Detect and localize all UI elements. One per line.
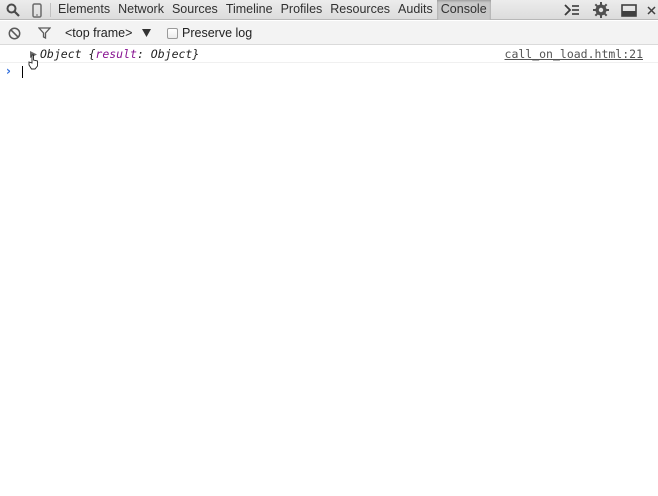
tab-timeline[interactable]: Timeline [222,0,277,20]
filter-icon[interactable] [36,21,52,45]
object-preview[interactable]: Object {result: Object} [40,47,199,61]
preserve-log-toggle[interactable]: Preserve log [167,21,252,45]
search-icon[interactable] [4,0,22,20]
source-link[interactable]: call_on_load.html:21 [505,47,643,61]
object-prefix: Object { [40,47,96,61]
tab-sources[interactable]: Sources [168,0,222,20]
preserve-log-label: Preserve log [182,26,253,40]
devtools-toolbar: Elements Network Sources Timeline Profil… [0,0,658,20]
panel-tabs: Elements Network Sources Timeline Profil… [54,0,491,20]
device-mode-icon[interactable] [28,0,46,20]
console-filter-bar: <top frame> Preserve log [0,21,658,45]
clear-console-icon[interactable] [6,21,22,45]
dock-side-icon[interactable] [619,0,639,20]
object-suffix: } [192,47,200,61]
tab-audits[interactable]: Audits [394,0,437,20]
text-caret [22,66,23,78]
frame-select-value: <top frame> [65,26,133,40]
show-drawer-icon[interactable] [563,0,581,20]
toolbar-divider [50,3,51,17]
tab-profiles[interactable]: Profiles [277,0,327,20]
preserve-log-checkbox[interactable] [167,27,178,39]
close-icon[interactable] [645,0,658,20]
prompt-chevron-icon: › [6,64,11,78]
object-value: Object [150,47,193,61]
console-message: Object {result: Object} call_on_load.htm… [0,45,658,70]
gear-icon[interactable] [591,0,611,20]
frame-select[interactable]: <top frame> [65,21,152,45]
object-separator: : [136,47,151,61]
chevron-down-icon [142,29,152,37]
console-prompt[interactable]: › [0,64,658,80]
tab-network[interactable]: Network [114,0,168,20]
object-key: result [95,47,137,61]
tab-elements[interactable]: Elements [54,0,114,20]
tab-resources[interactable]: Resources [326,0,394,20]
console-messages: Object {result: Object} call_on_load.htm… [0,45,658,496]
tab-console[interactable]: Console [436,0,491,20]
